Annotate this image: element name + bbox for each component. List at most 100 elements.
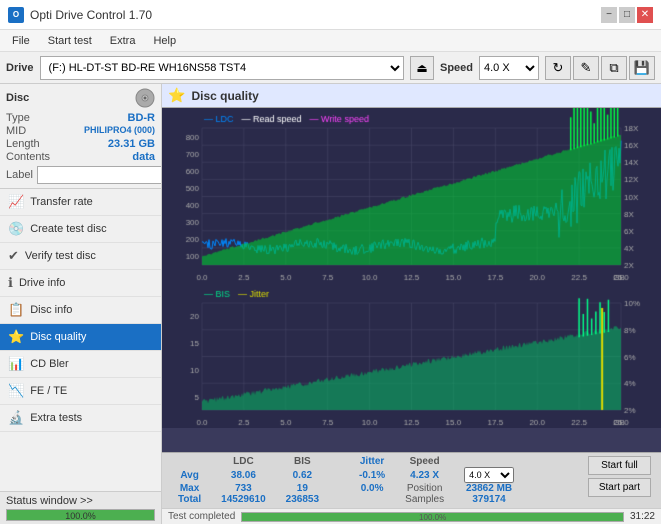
- total-ldc: 14529610: [211, 494, 276, 505]
- toolbar-icons: ↻ ✎ ⧉ 💾: [545, 56, 655, 80]
- menu-help[interactable]: Help: [145, 33, 184, 49]
- nav-label-extra-tests: Extra tests: [30, 412, 82, 424]
- col-speed-sel: [454, 456, 524, 467]
- disc-label-input[interactable]: [37, 166, 162, 184]
- disc-mid-row: MID PHILIPRO4 (000): [6, 125, 155, 137]
- nav-label-cd-bler: CD Bler: [30, 358, 69, 370]
- disc-label-row: Label 🔍: [6, 166, 155, 184]
- avg-ldc: 38.06: [211, 467, 276, 483]
- avg-speed: 4.23 X: [395, 467, 454, 483]
- avg-speed-select[interactable]: 4.0 X: [464, 467, 514, 483]
- avg-speed-select-cell[interactable]: 4.0 X: [454, 467, 524, 483]
- disc-type-row: Type BD-R: [6, 112, 155, 124]
- chart-header-title: Disc quality: [191, 89, 258, 103]
- nav-label-create-test-disc: Create test disc: [30, 223, 106, 235]
- copy-button[interactable]: ⧉: [601, 56, 627, 80]
- stats-max-row: Max 733 19 0.0% Position 23862 MB: [168, 483, 524, 494]
- nav-item-create-test-disc[interactable]: 💿 Create test disc: [0, 216, 161, 243]
- refresh-button[interactable]: ↻: [545, 56, 571, 80]
- nav-item-verify-test-disc[interactable]: ✔ Verify test disc: [0, 243, 161, 270]
- nav-label-disc-quality: Disc quality: [30, 331, 86, 343]
- nav-item-disc-info[interactable]: 📋 Disc info: [0, 297, 161, 324]
- col-speed-hdr: Speed: [395, 456, 454, 467]
- status-progress-container: 100.0%: [6, 509, 155, 521]
- max-position-val: 23862 MB: [454, 483, 524, 494]
- nav-label-disc-info: Disc info: [30, 304, 72, 316]
- minimize-button[interactable]: −: [601, 7, 617, 23]
- maximize-button[interactable]: □: [619, 7, 635, 23]
- max-jitter: 0.0%: [349, 483, 395, 494]
- nav-label-drive-info: Drive info: [19, 277, 65, 289]
- max-label: Max: [168, 483, 211, 494]
- nav-item-extra-tests[interactable]: 🔬 Extra tests: [0, 405, 161, 432]
- menu-start-test[interactable]: Start test: [40, 33, 100, 49]
- col-bis: BIS: [276, 456, 329, 467]
- drive-label: Drive: [6, 62, 34, 74]
- nav-item-transfer-rate[interactable]: 📈 Transfer rate: [0, 189, 161, 216]
- app-logo: O: [8, 7, 24, 23]
- nav-label-verify-test-disc: Verify test disc: [25, 250, 96, 262]
- disc-length-value: 23.31 GB: [108, 138, 155, 150]
- status-bottom-progress-text: 100.0%: [242, 513, 623, 523]
- status-time: 31:22: [630, 511, 655, 522]
- max-bis: 19: [276, 483, 329, 494]
- save-button[interactable]: 💾: [629, 56, 655, 80]
- col-empty: [168, 456, 211, 467]
- drive-select[interactable]: (F:) HL-DT-ST BD-RE WH16NS58 TST4: [40, 56, 404, 80]
- stats-table: LDC BIS Jitter Speed Avg 38.06 0.62: [168, 456, 524, 505]
- drive-info-icon: ℹ: [8, 275, 13, 291]
- main-layout: Disc Type BD-R MID PHILIPRO4 (000) Lengt…: [0, 84, 661, 524]
- nav-item-fe-te[interactable]: 📉 FE / TE: [0, 378, 161, 405]
- menu-extra[interactable]: Extra: [102, 33, 144, 49]
- eject-button[interactable]: ⏏: [410, 56, 434, 80]
- max-spacer: [329, 483, 349, 494]
- disc-contents-value: data: [132, 151, 155, 163]
- disc-mid-value: PHILIPRO4 (000): [84, 125, 155, 137]
- menu-file[interactable]: File: [4, 33, 38, 49]
- total-label: Total: [168, 494, 211, 505]
- total-bis: 236853: [276, 494, 329, 505]
- disc-contents-row: Contents data: [6, 151, 155, 163]
- total-samples-label: Samples: [395, 494, 454, 505]
- status-window-label: Status window >>: [6, 495, 93, 507]
- start-full-button[interactable]: Start full: [588, 456, 651, 475]
- speed-select[interactable]: 4.0 X: [479, 56, 539, 80]
- nav-item-cd-bler[interactable]: 📊 CD Bler: [0, 351, 161, 378]
- disc-icon: [135, 88, 155, 108]
- stats-avg-row: Avg 38.06 0.62 -0.1% 4.23 X 4.0 X: [168, 467, 524, 483]
- status-window[interactable]: Status window >> 100.0%: [0, 491, 161, 524]
- disc-label-label: Label: [6, 169, 33, 181]
- charts-wrapper: [162, 108, 661, 452]
- nav-label-fe-te: FE / TE: [30, 385, 67, 397]
- content-area: ⭐ Disc quality LDC BIS Jitter: [162, 84, 661, 524]
- disc-title: Disc: [6, 92, 29, 104]
- disc-quality-icon: ⭐: [8, 329, 24, 345]
- status-bottom-label: Test completed: [168, 511, 235, 522]
- avg-bis: 0.62: [276, 467, 329, 483]
- disc-mid-label: MID: [6, 125, 26, 137]
- close-button[interactable]: ✕: [637, 7, 653, 23]
- col-spacer: [329, 456, 349, 467]
- disc-length-row: Length 23.31 GB: [6, 138, 155, 150]
- cd-bler-icon: 📊: [8, 356, 24, 372]
- avg-jitter: -0.1%: [349, 467, 395, 483]
- verify-test-disc-icon: ✔: [8, 248, 19, 264]
- col-jitter: Jitter: [349, 456, 395, 467]
- disc-length-label: Length: [6, 138, 40, 150]
- speed-label: Speed: [440, 62, 473, 74]
- nav-item-drive-info[interactable]: ℹ Drive info: [0, 270, 161, 297]
- app-title: Opti Drive Control 1.70: [30, 8, 152, 22]
- menubar: File Start test Extra Help: [0, 30, 661, 52]
- transfer-rate-icon: 📈: [8, 194, 24, 210]
- drivebar: Drive (F:) HL-DT-ST BD-RE WH16NS58 TST4 …: [0, 52, 661, 84]
- edit-button[interactable]: ✎: [573, 56, 599, 80]
- titlebar-controls: − □ ✕: [601, 7, 653, 23]
- chart-bottom: [162, 283, 661, 428]
- start-part-button[interactable]: Start part: [588, 478, 651, 497]
- disc-panel: Disc Type BD-R MID PHILIPRO4 (000) Lengt…: [0, 84, 161, 189]
- disc-type-label: Type: [6, 112, 30, 124]
- chart-header: ⭐ Disc quality: [162, 84, 661, 108]
- titlebar: O Opti Drive Control 1.70 − □ ✕: [0, 0, 661, 30]
- nav-item-disc-quality[interactable]: ⭐ Disc quality: [0, 324, 161, 351]
- sidebar-nav: 📈 Transfer rate 💿 Create test disc ✔ Ver…: [0, 189, 161, 491]
